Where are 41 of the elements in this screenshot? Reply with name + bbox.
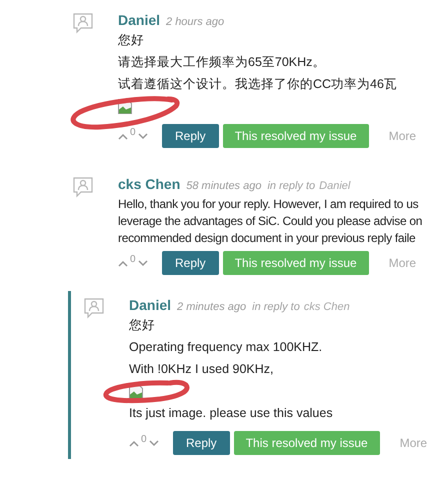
comment-text: Its just image. please use this values [129, 405, 334, 422]
comment-text: leverage the advantages of SiC. Could you please advise on [118, 213, 422, 230]
comment-text: With !0KHz I used 90KHz, [129, 361, 275, 378]
comment-text: Operating frequency max 100KHZ. [129, 339, 324, 356]
comment-text: Hello, thank you for your reply. However, I am required to us [118, 196, 420, 213]
comment-time: 58 minutes ago [186, 179, 262, 194]
vote-count: 0 [141, 432, 147, 446]
reply-button[interactable]: Reply [173, 431, 230, 455]
reply-to-name[interactable]: cks Chen [304, 299, 350, 316]
comment-text: 请选择最大工作频率为65至70KHz。 [118, 54, 326, 71]
user-avatar-icon [83, 297, 105, 319]
more-link[interactable]: More [388, 127, 416, 145]
vote-count: 0 [130, 126, 136, 140]
comment-text: 试着遵循这个设计。我选择了你的CC功率为46瓦 [118, 76, 398, 93]
reply-button[interactable]: Reply [162, 124, 219, 148]
resolved-button[interactable]: This resolved my issue [222, 251, 369, 275]
resolved-button[interactable]: This resolved my issue [234, 431, 380, 455]
resolved-button[interactable]: This resolved my issue [222, 124, 369, 148]
comment-text: 您好 [129, 317, 156, 334]
author-name[interactable]: Daniel [118, 10, 160, 31]
upvote-icon[interactable] [129, 440, 139, 446]
more-link[interactable]: More [388, 254, 416, 272]
downvote-icon[interactable] [148, 440, 159, 446]
reply-to-name[interactable]: Daniel [319, 178, 350, 194]
reply-button[interactable]: Reply [162, 251, 219, 275]
downvote-icon[interactable] [138, 132, 148, 140]
vote-count: 0 [130, 252, 136, 266]
user-avatar-icon [72, 12, 94, 34]
author-name[interactable]: cks Chen [118, 174, 180, 195]
comment-text: 您好 [118, 32, 145, 49]
reply-label: in reply to [267, 179, 316, 194]
reply-label: in reply to [252, 300, 300, 315]
downvote-icon[interactable] [138, 260, 148, 266]
author-name[interactable]: Daniel [129, 295, 172, 316]
user-avatar-icon [72, 176, 94, 198]
more-link[interactable]: More [400, 434, 428, 452]
comment-time: 2 hours ago [166, 15, 224, 30]
comment-time: 2 minutes ago [177, 300, 246, 315]
upvote-icon[interactable] [118, 132, 128, 140]
comment-text: recommended design document in your previous reply faile [118, 230, 416, 247]
upvote-icon[interactable] [118, 260, 128, 266]
